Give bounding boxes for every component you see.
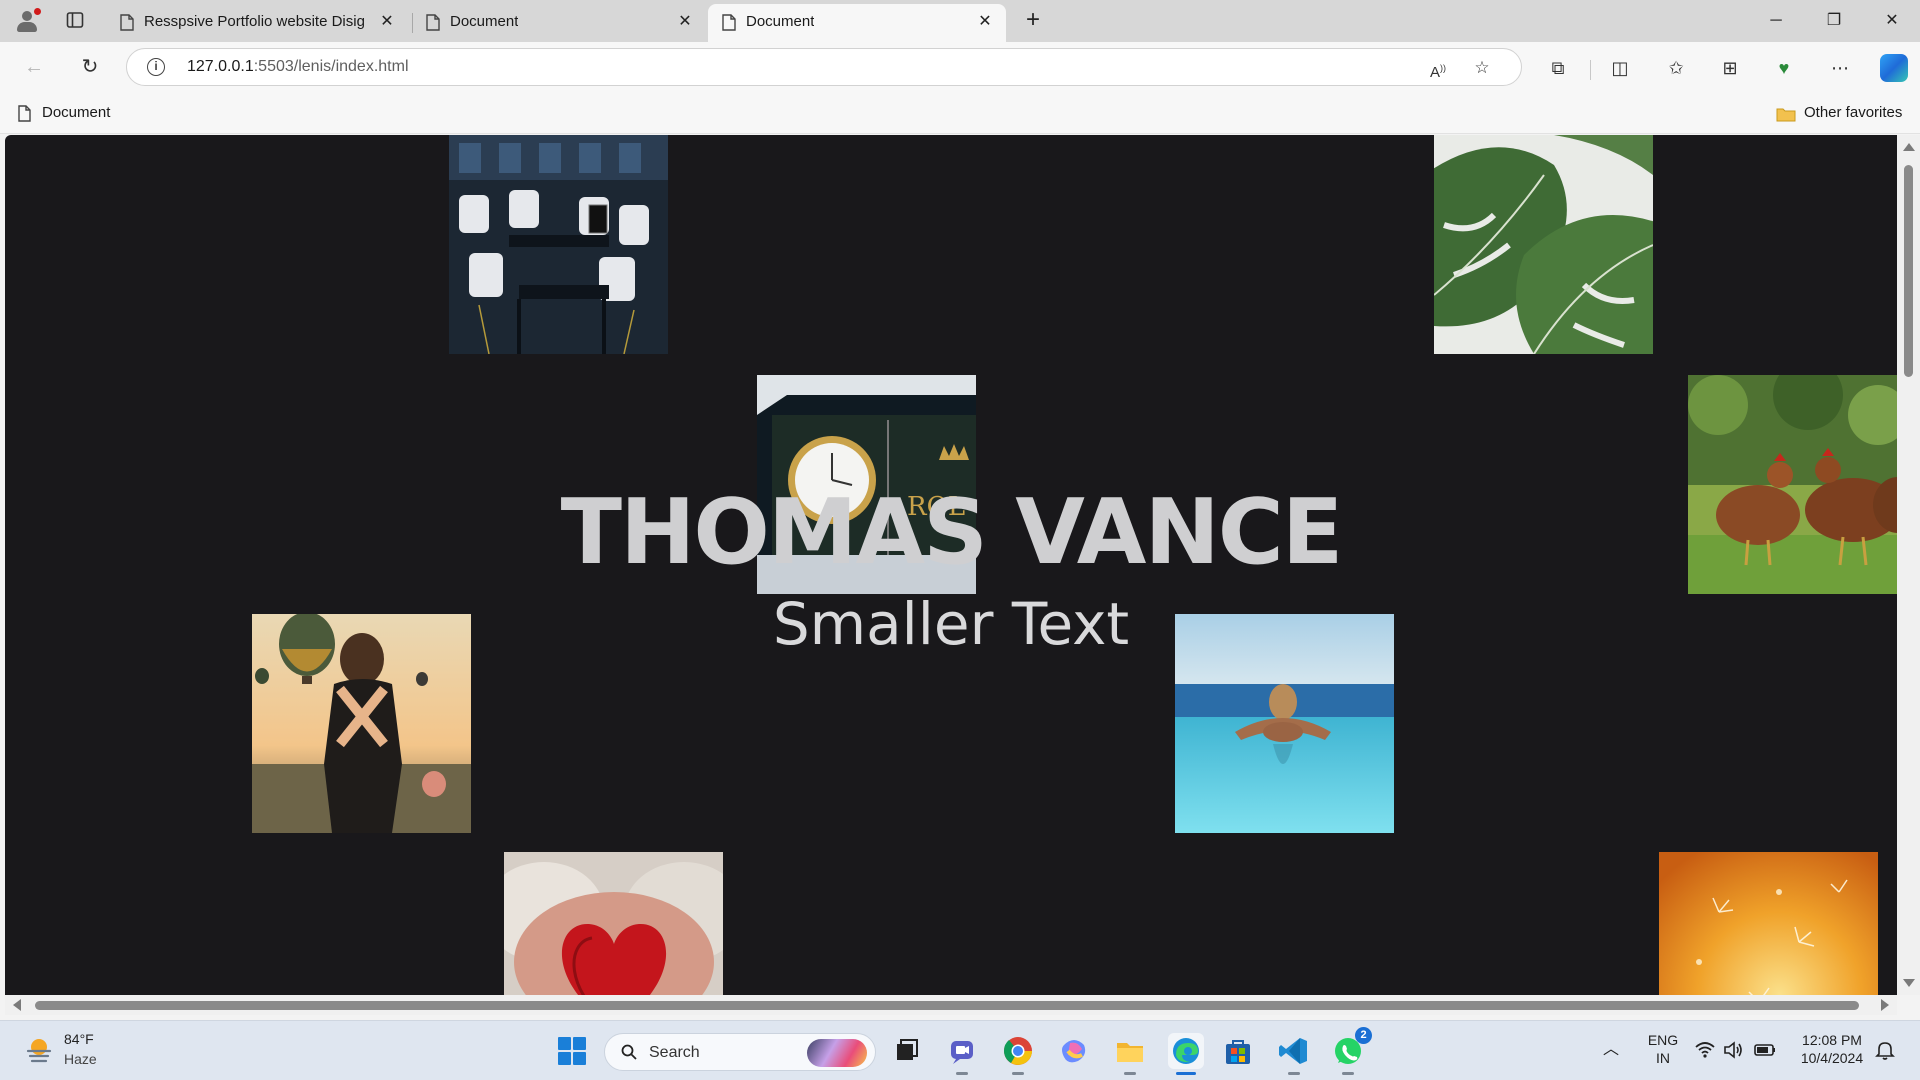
weather-temperature[interactable]: 84°F xyxy=(64,1031,94,1047)
browser-toolbar: ← ↻ i 127.0.0.1:5503/lenis/index.html A)… xyxy=(0,42,1920,94)
site-info-icon[interactable]: i xyxy=(147,58,165,76)
favorite-item-document[interactable]: Document xyxy=(42,104,110,121)
knitted-heart-photo xyxy=(504,852,723,995)
favorites-bar: Document Other favorites xyxy=(0,94,1920,134)
search-icon xyxy=(621,1044,637,1060)
url-host: 127.0.0.1 xyxy=(187,58,254,75)
page-icon xyxy=(18,105,31,122)
other-favorites[interactable]: Other favorites xyxy=(1804,104,1902,121)
notifications-bell-icon[interactable] xyxy=(1874,1039,1896,1061)
scroll-down-icon[interactable] xyxy=(1903,979,1915,987)
page-icon xyxy=(426,14,440,31)
close-tab-icon[interactable]: ✕ xyxy=(378,13,396,31)
infinity-pool-photo xyxy=(1175,614,1394,833)
notification-badge: 2 xyxy=(1355,1027,1372,1044)
minimize-button[interactable]: ─ xyxy=(1756,8,1796,34)
folder-icon xyxy=(1776,108,1796,122)
dandelion-golden-photo xyxy=(1659,852,1878,995)
split-screen-icon[interactable]: ◫ xyxy=(1606,54,1634,82)
close-tab-icon[interactable]: ✕ xyxy=(976,13,994,31)
page-icon xyxy=(120,14,134,31)
reload-button[interactable]: ↻ xyxy=(76,54,104,82)
page-viewport: ROL THOMAS VANCE Smaller Text xyxy=(5,135,1897,995)
clock-date: 10/4/2024 xyxy=(1800,1050,1864,1066)
whatsapp-icon[interactable]: 2 xyxy=(1330,1027,1372,1075)
back-button[interactable]: ← xyxy=(20,54,48,82)
tab-actions-icon[interactable] xyxy=(66,11,84,29)
vertical-scrollbar[interactable] xyxy=(1897,135,1920,995)
address-bar[interactable]: i 127.0.0.1:5503/lenis/index.html A)) ☆ xyxy=(126,48,1522,86)
close-window-button[interactable]: ✕ xyxy=(1872,8,1912,34)
scroll-right-icon[interactable] xyxy=(1881,999,1889,1011)
monstera-leaves-photo xyxy=(1434,135,1653,354)
tab-document-active[interactable]: Document ✕ xyxy=(708,4,1006,42)
copilot-icon[interactable] xyxy=(1880,54,1908,82)
extensions-icon[interactable]: ⧉ xyxy=(1544,54,1572,82)
volume-icon[interactable] xyxy=(1722,1039,1744,1061)
clock-time: 12:08 PM xyxy=(1802,1032,1862,1048)
favorite-star-icon[interactable]: ☆ xyxy=(1471,57,1493,79)
wifi-icon[interactable] xyxy=(1694,1039,1716,1061)
tab-title: Resspsive Portfolio website Disig xyxy=(144,13,365,30)
taskbar: 84°F Haze Search 2 ︿ ENG IN 12:08 PM 10/… xyxy=(0,1020,1920,1080)
teams-meet-icon[interactable] xyxy=(944,1033,980,1075)
horizontal-scroll-thumb[interactable] xyxy=(35,1001,1859,1010)
new-tab-button[interactable]: + xyxy=(1020,8,1046,34)
weather-description[interactable]: Haze xyxy=(64,1051,97,1067)
search-label: Search xyxy=(649,1044,700,1061)
balloons-woman-photo xyxy=(252,614,471,833)
tab-portfolio[interactable]: Resspsive Portfolio website Disig ✕ xyxy=(106,4,413,42)
url-text[interactable]: 127.0.0.1:5503/lenis/index.html xyxy=(187,58,409,76)
profile-avatar-icon[interactable] xyxy=(14,8,41,34)
tab-document-1[interactable]: Document ✕ xyxy=(412,4,708,42)
language-indicator[interactable]: ENG IN xyxy=(1644,1031,1682,1067)
edge-icon[interactable] xyxy=(1168,1033,1204,1075)
favorites-icon[interactable]: ✩ xyxy=(1662,54,1690,82)
scroll-left-icon[interactable] xyxy=(13,999,21,1011)
clock[interactable]: 12:08 PM 10/4/2024 xyxy=(1796,1031,1868,1067)
tab-strip: Resspsive Portfolio website Disig ✕ Docu… xyxy=(0,0,1920,42)
svg-text:ROL: ROL xyxy=(907,492,965,522)
page-icon xyxy=(722,14,736,31)
region-code: IN xyxy=(1656,1050,1670,1066)
search-highlight-image xyxy=(807,1039,867,1067)
microsoft-store-icon[interactable] xyxy=(1220,1033,1256,1069)
task-view-icon[interactable] xyxy=(888,1033,924,1069)
language-code: ENG xyxy=(1647,1032,1679,1048)
tab-title: Document xyxy=(746,13,815,30)
scroll-up-icon[interactable] xyxy=(1903,143,1915,151)
weather-haze-icon[interactable] xyxy=(24,1035,54,1065)
read-aloud-icon[interactable]: A)) xyxy=(1427,57,1449,81)
browser-essentials-icon[interactable]: ♥ xyxy=(1770,54,1798,82)
restaurant-tables-photo xyxy=(449,135,668,354)
taskbar-search[interactable]: Search xyxy=(604,1033,876,1071)
vscode-icon[interactable] xyxy=(1276,1033,1312,1075)
restore-button[interactable]: ❐ xyxy=(1814,8,1854,34)
chickens-grass-photo xyxy=(1688,375,1897,594)
file-explorer-icon[interactable] xyxy=(1112,1033,1148,1075)
tab-title: Document xyxy=(450,13,519,30)
start-windows-icon[interactable] xyxy=(554,1033,590,1069)
url-path: :5503/lenis/index.html xyxy=(253,58,409,75)
chrome-icon[interactable] xyxy=(1000,1033,1036,1075)
rolex-clock-photo: ROL xyxy=(757,375,976,594)
vertical-scroll-thumb[interactable] xyxy=(1904,165,1913,377)
horizontal-scrollbar[interactable] xyxy=(5,995,1897,1015)
show-hidden-icons-chevron-up-icon[interactable]: ︿ xyxy=(1600,1039,1622,1061)
collections-icon[interactable]: ⊞ xyxy=(1716,54,1744,82)
settings-more-icon[interactable]: ⋯ xyxy=(1826,54,1854,82)
close-tab-icon[interactable]: ✕ xyxy=(676,13,694,31)
copilot-app-icon[interactable] xyxy=(1056,1033,1092,1069)
battery-icon[interactable] xyxy=(1754,1039,1776,1061)
